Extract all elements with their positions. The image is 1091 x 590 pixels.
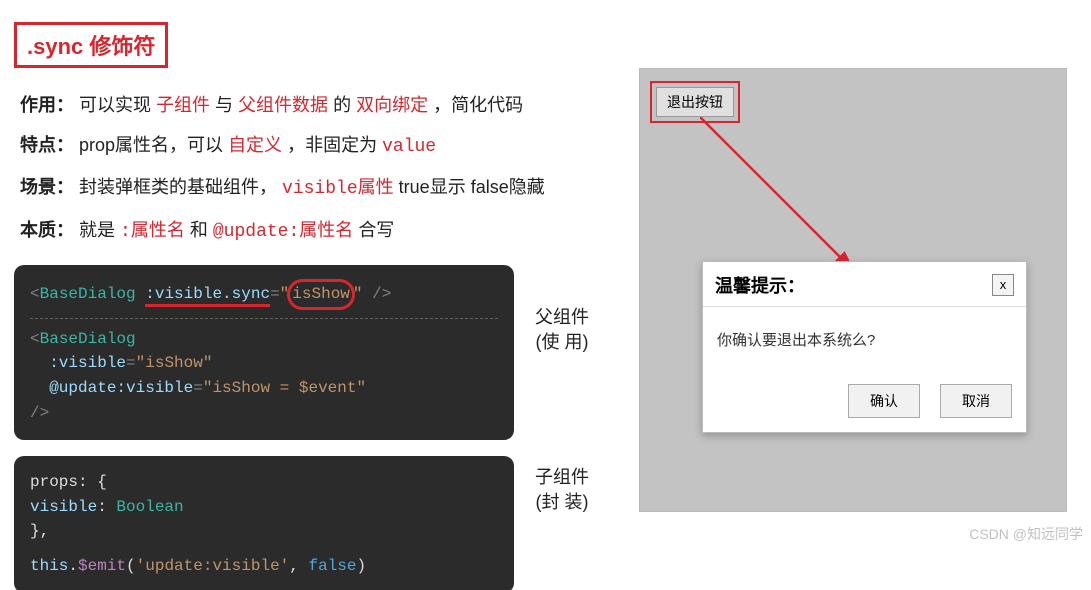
tok: BaseDialog xyxy=(40,285,136,303)
annotation-parent: 父组件 (使 用) xyxy=(535,305,589,355)
label: 特点： xyxy=(20,135,74,155)
text-red: @update:属性名 xyxy=(213,222,353,242)
label: 场景： xyxy=(20,177,74,197)
line-purpose: 作用： 可以实现 子组件 与 父组件数据 的 双向绑定 ，简化代码 xyxy=(20,88,614,122)
exit-button[interactable]: 退出按钮 xyxy=(656,87,734,117)
tok: props: { xyxy=(30,470,498,495)
tok xyxy=(136,285,146,303)
tok: < xyxy=(30,330,40,348)
text: 封装弹框类的基础组件， xyxy=(79,177,277,197)
tok: " xyxy=(353,285,363,303)
tok: this xyxy=(30,557,68,575)
tok: BaseDialog xyxy=(40,330,136,348)
watermark: CSDN @知远同学 xyxy=(969,524,1083,544)
label: 本质： xyxy=(20,220,74,240)
text: 的 xyxy=(333,95,356,115)
code-block-parent: <BaseDialog :visible.sync="isShow" /> <B… xyxy=(14,265,514,440)
slide-title: .sync 修饰符 xyxy=(14,22,168,68)
annotation-child: 子组件 (封 装) xyxy=(535,465,589,515)
tok: /> xyxy=(372,285,391,303)
annot-text: (使 用) xyxy=(535,330,589,355)
text: 与 xyxy=(215,95,238,115)
line-essence: 本质： 就是 :属性名 和 @update:属性名 合写 xyxy=(20,213,614,249)
text: ，简化代码 xyxy=(433,95,523,115)
annot-text: (封 装) xyxy=(535,490,589,515)
tok: }, xyxy=(30,519,498,544)
annot-text: 子组件 xyxy=(535,465,589,490)
annot-text: 父组件 xyxy=(535,305,589,330)
text: true显示 false隐藏 xyxy=(399,177,545,197)
text: ，非固定为 xyxy=(287,135,382,155)
text: 可以实现 xyxy=(79,95,156,115)
tok: Boolean xyxy=(116,498,183,516)
tok: ( xyxy=(126,557,136,575)
tok: isShow = $event xyxy=(212,379,356,397)
label: 作用： xyxy=(20,95,74,115)
dialog-body: 你确认要退出本系统么? xyxy=(703,307,1026,374)
preview-panel: 退出按钮 温馨提示： x 你确认要退出本系统么? 确认 取消 xyxy=(639,68,1067,512)
text: prop属性名，可以 xyxy=(79,135,223,155)
tok: @update:visible xyxy=(49,379,193,397)
tok: " xyxy=(356,379,366,397)
cancel-button[interactable]: 取消 xyxy=(940,384,1012,418)
text: 就是 xyxy=(79,220,120,240)
divider xyxy=(30,318,498,319)
ok-button[interactable]: 确认 xyxy=(848,384,920,418)
tok: : xyxy=(97,498,116,516)
tok: = xyxy=(270,285,280,303)
line-feature: 特点： prop属性名，可以 自定义 ，非固定为 value xyxy=(20,128,614,164)
text-red: 子组件 xyxy=(156,95,210,115)
dialog: 温馨提示： x 你确认要退出本系统么? 确认 取消 xyxy=(702,261,1027,433)
text-red: 双向绑定 xyxy=(356,95,428,115)
dialog-header: 温馨提示： x xyxy=(703,262,1026,307)
tok: isShow xyxy=(145,354,203,372)
close-button[interactable]: x xyxy=(992,274,1014,296)
tok: " xyxy=(203,379,213,397)
tok: $emit xyxy=(78,557,126,575)
dialog-title: 温馨提示： xyxy=(715,272,805,298)
text-red: 自定义 xyxy=(228,135,282,155)
tok: 'update:visible' xyxy=(136,557,290,575)
tok: :visible xyxy=(49,354,126,372)
tok: ) xyxy=(356,557,366,575)
tok: = xyxy=(193,379,203,397)
tok: < xyxy=(30,285,40,303)
line-scene: 场景： 封装弹框类的基础组件， visible属性 true显示 false隐藏 xyxy=(20,170,614,206)
tok: " xyxy=(136,354,146,372)
text-red: visible属性 xyxy=(282,179,394,199)
description-lines: 作用： 可以实现 子组件 与 父组件数据 的 双向绑定 ，简化代码 特点： pr… xyxy=(20,88,614,249)
tok: false xyxy=(308,557,356,575)
text-red: value xyxy=(382,137,436,157)
tok: , xyxy=(289,557,308,575)
tok-underline: :visible.sync xyxy=(145,285,270,307)
text-red: :属性名 xyxy=(120,222,185,242)
exit-button-highlight: 退出按钮 xyxy=(650,81,740,123)
tok: . xyxy=(68,557,78,575)
tok-circled: isShow xyxy=(292,285,350,303)
tok: visible xyxy=(30,498,97,516)
tok: /> xyxy=(30,404,49,422)
text-red: 父组件数据 xyxy=(238,95,328,115)
tok: = xyxy=(126,354,136,372)
dialog-footer: 确认 取消 xyxy=(703,374,1026,432)
text: 和 xyxy=(190,220,213,240)
tok: " xyxy=(203,354,213,372)
text: 合写 xyxy=(358,220,394,240)
code-block-child: props: { visible: Boolean }, this.$emit(… xyxy=(14,456,514,590)
